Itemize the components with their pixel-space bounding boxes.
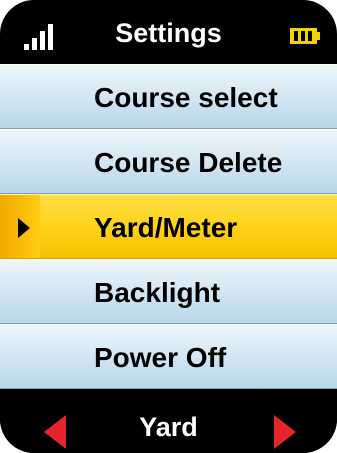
footer-bar: Yard xyxy=(0,406,337,453)
menu-item-label: Course Delete xyxy=(94,147,283,178)
menu-item-label: Backlight xyxy=(94,277,221,308)
menu-item-label: Yard/Meter xyxy=(94,212,238,243)
arrow-right-icon[interactable] xyxy=(274,415,296,449)
menu-item-backlight[interactable]: Backlight xyxy=(0,259,337,324)
page-title: Settings xyxy=(115,18,222,48)
menu-item-label: Power Off xyxy=(94,342,227,373)
menu-item-yard-meter[interactable]: Yard/Meter xyxy=(0,194,337,259)
menu-item-course-delete[interactable]: Course Delete xyxy=(0,129,337,194)
selection-arrow-icon xyxy=(18,218,30,238)
settings-menu: Course select Course Delete Yard/Meter B… xyxy=(0,64,337,406)
menu-item-course-select[interactable]: Course select xyxy=(0,64,337,129)
menu-item-label: Course select xyxy=(94,82,278,113)
menu-item-power-off[interactable]: Power Off xyxy=(0,324,337,389)
battery-icon xyxy=(290,28,320,44)
device-screen: Settings Course select Course Delete Yar… xyxy=(0,0,337,453)
header-bar: Settings xyxy=(0,0,337,64)
